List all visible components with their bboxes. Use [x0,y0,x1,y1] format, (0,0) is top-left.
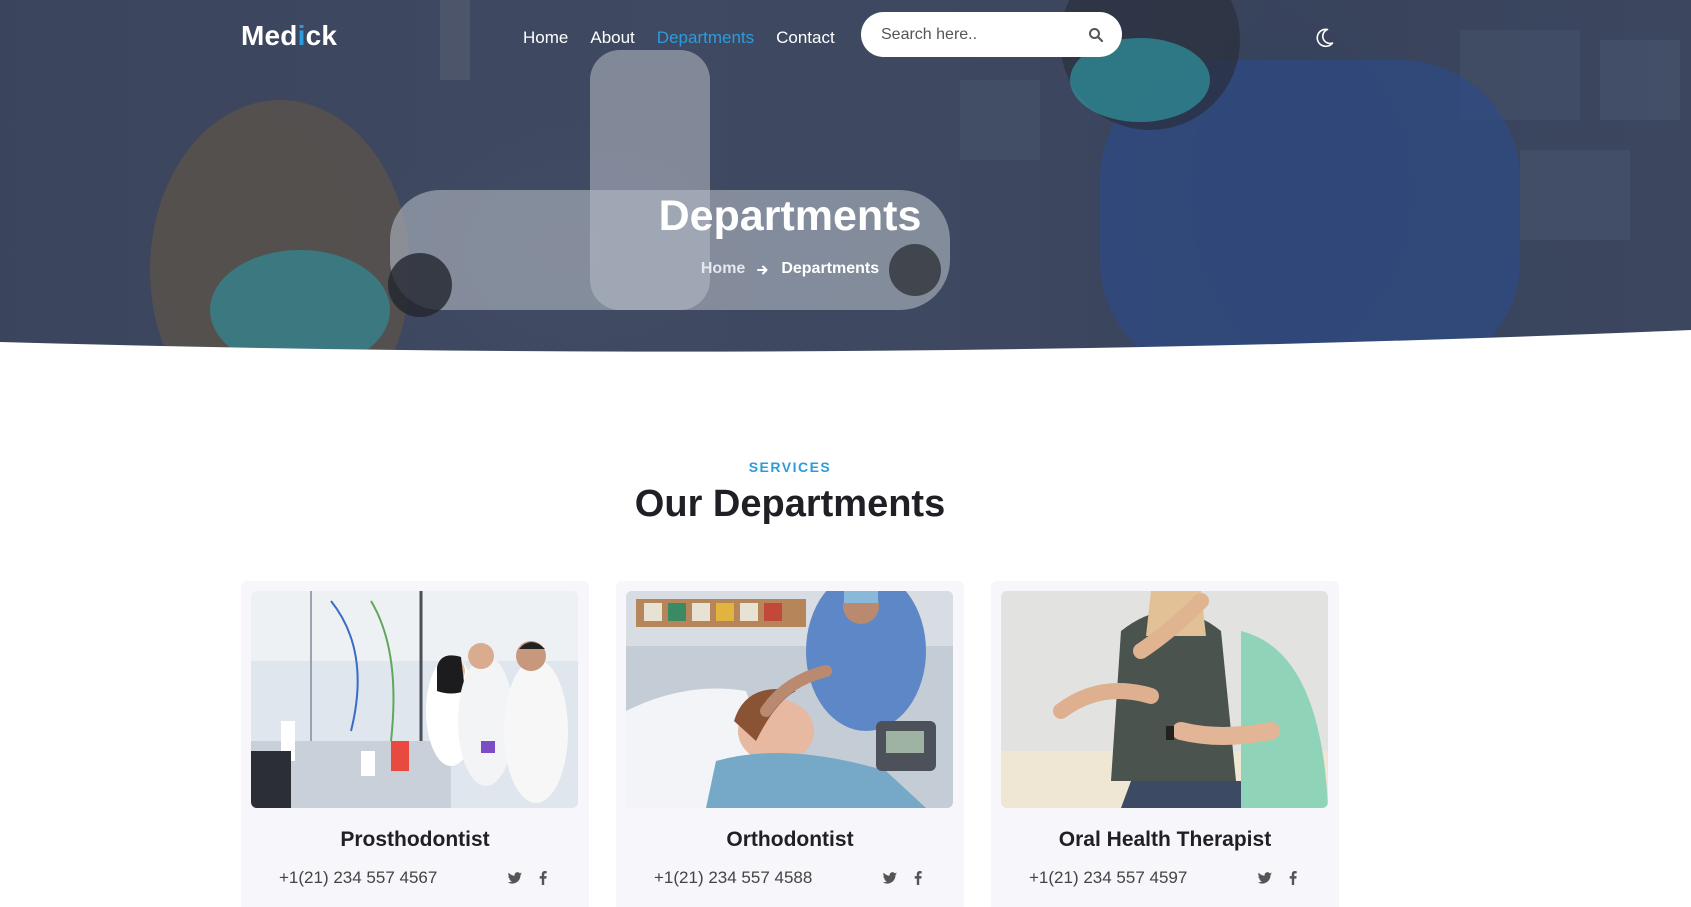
department-phone: +1(21) 234 557 4588 [654,868,813,887]
top-navigation: Medick Home About Departments Contact [0,0,1691,76]
social-links [507,870,551,886]
department-phone: +1(21) 234 557 4567 [279,868,438,887]
facebook-icon[interactable] [910,870,926,886]
search-input[interactable] [881,25,1088,44]
hero-banner: Medick Home About Departments Contact De… [0,0,1691,370]
hero-wave-divider [0,330,1691,370]
department-card[interactable]: Orthodontist +1(21) 234 557 4588 [616,581,964,907]
facebook-icon[interactable] [535,870,551,886]
twitter-icon[interactable] [507,870,523,886]
department-phone: +1(21) 234 557 4597 [1029,868,1188,887]
breadcrumb: Home Departments [0,260,1580,278]
social-links [1257,870,1301,886]
breadcrumb-home-link[interactable]: Home [701,260,745,278]
moon-icon[interactable] [1312,26,1336,50]
nav-link-about[interactable]: About [590,28,634,48]
social-links [882,870,926,886]
back-examination-photo[interactable] [1001,591,1328,808]
department-name[interactable]: Oral Health Therapist [1001,828,1329,852]
department-name[interactable]: Prosthodontist [251,828,579,852]
patient-in-hospital-bed-photo[interactable] [626,591,953,808]
department-name[interactable]: Orthodontist [626,828,954,852]
department-card[interactable]: Prosthodontist +1(21) 234 557 4567 [241,581,589,907]
departments-list: Prosthodontist +1(21) 234 557 4567 Ortho… [241,581,1339,907]
page-title: Departments [658,192,922,240]
section-subtitle: SERVICES [748,459,832,475]
search-box [861,12,1122,57]
nav-link-departments[interactable]: Departments [657,28,754,48]
nav-link-home[interactable]: Home [523,28,568,48]
twitter-icon[interactable] [1257,870,1273,886]
twitter-icon[interactable] [882,870,898,886]
nav-link-contact[interactable]: Contact [776,28,835,48]
facebook-icon[interactable] [1285,870,1301,886]
department-card[interactable]: Oral Health Therapist +1(21) 234 557 459… [991,581,1339,907]
breadcrumb-current: Departments [781,260,880,277]
search-icon[interactable] [1088,27,1104,43]
laboratory-scientists-photo[interactable] [251,591,578,808]
main-menu: Home About Departments Contact [523,28,857,48]
section-title: Our Departments [634,483,946,525]
site-logo[interactable]: Medick [241,20,337,52]
arrow-right-icon [757,263,769,275]
